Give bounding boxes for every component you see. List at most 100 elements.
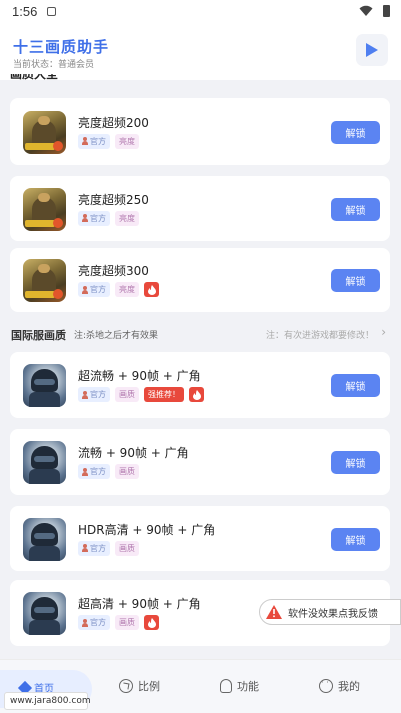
play-button[interactable]: [356, 34, 388, 66]
game-thumbnail: [23, 441, 66, 484]
tag-row: 官方 画质: [78, 464, 139, 479]
app-bar: 十三画质助手 当前状态：普通会员: [0, 24, 401, 80]
fire-icon: [144, 615, 159, 630]
tag-label: 官方: [90, 213, 106, 223]
item-title: HDR高清 + 90帧 + 广角: [78, 522, 216, 537]
tag-label: 官方: [90, 390, 106, 399]
person-icon: [82, 544, 88, 552]
battery-icon: [383, 5, 390, 17]
fire-icon: [144, 282, 159, 297]
nav-ratio-label: 比例: [138, 680, 160, 693]
status-time: 1:56: [12, 4, 38, 19]
tag-label: 亮度: [119, 136, 135, 146]
nav-mine-label: 我的: [338, 680, 360, 693]
list-item[interactable]: 亮度超频200 官方 亮度 解锁: [10, 98, 390, 165]
warning-icon: [266, 605, 282, 619]
tag-row: 官方 画质: [78, 615, 159, 630]
item-title: 超流畅 + 90帧 + 广角: [78, 369, 201, 383]
tag-label: 官方: [90, 136, 106, 146]
game-thumbnail: [23, 110, 66, 154]
list-item[interactable]: 流畅 + 90帧 + 广角官方 画质 解锁: [10, 429, 390, 495]
person-icon: [82, 467, 88, 476]
section-title: 国际服画质: [11, 329, 66, 342]
category-badge: 画质: [115, 464, 139, 479]
status-bar: 1:56: [0, 0, 401, 24]
section-tip[interactable]: 注：有次进游戏都要修改！: [266, 328, 374, 341]
nav-features-label: 功能: [237, 680, 259, 693]
feedback-label: 软件没效果点我反馈: [288, 608, 378, 620]
category-badge: 画质: [115, 615, 139, 630]
feedback-button[interactable]: 软件没效果点我反馈: [259, 599, 401, 625]
game-thumbnail: [23, 259, 66, 302]
category-badge: 画质: [115, 387, 139, 402]
unlock-button[interactable]: 解锁: [331, 197, 380, 221]
tag-label: 官方: [90, 467, 106, 476]
recommend-badge: 强推荐！: [144, 387, 184, 402]
item-title: 流畅 + 90帧 + 广角: [78, 446, 189, 460]
tag-label: 官方: [90, 543, 106, 553]
member-status: 当前状态：普通会员: [13, 60, 95, 70]
official-badge: 官方: [78, 540, 110, 556]
official-badge: 官方: [78, 210, 110, 226]
section-header-top: 画质大全: [10, 74, 58, 80]
item-title: 亮度超频250: [78, 192, 149, 207]
unlock-button[interactable]: 解锁: [331, 451, 380, 474]
official-badge: 官方: [78, 615, 110, 630]
unlock-button[interactable]: 解锁: [331, 269, 380, 292]
tag-label: 亮度: [119, 213, 135, 223]
tag-label: 画质: [119, 618, 135, 627]
person-icon: [82, 390, 88, 399]
game-thumbnail: [23, 592, 66, 635]
tag-row: 官方 画质: [78, 540, 139, 556]
play-icon: [366, 43, 378, 57]
chevron-right-icon[interactable]: ›: [381, 325, 386, 339]
game-thumbnail: [23, 517, 66, 561]
person-icon: [82, 214, 88, 222]
official-badge: 官方: [78, 282, 110, 297]
person-icon: [82, 137, 88, 145]
section-international: 国际服画质 注:杀地之后才有效果 注：有次进游戏都要修改！ ›: [0, 322, 401, 344]
compass-icon: [119, 679, 133, 693]
list-item[interactable]: 超流畅 + 90帧 + 广角 官方 画质 强推荐！ 解锁: [10, 352, 390, 418]
tag-row: 官方 亮度: [78, 282, 159, 297]
wifi-icon: [359, 5, 373, 16]
sim-icon: [47, 7, 56, 16]
list-item[interactable]: HDR高清 + 90帧 + 广角官方 画质 解锁: [10, 506, 390, 571]
unlock-button[interactable]: 解锁: [331, 374, 380, 397]
list-item[interactable]: 亮度超频250 官方 亮度 解锁: [10, 176, 390, 241]
bulb-icon: [220, 679, 232, 693]
official-badge: 官方: [78, 133, 110, 149]
game-thumbnail: [23, 187, 66, 231]
person-icon: [82, 618, 88, 627]
tag-row: 官方 亮度: [78, 133, 139, 149]
tag-label: 亮度: [119, 285, 135, 294]
tag-label: 画质: [119, 543, 135, 553]
official-badge: 官方: [78, 464, 110, 479]
watermark: www.jara800.com: [4, 692, 91, 710]
unlock-button[interactable]: 解锁: [331, 527, 380, 551]
category-badge: 亮度: [115, 210, 139, 226]
tag-row: 官方 亮度: [78, 210, 139, 226]
item-title: 超高清 + 90帧 + 广角: [78, 597, 201, 611]
category-badge: 画质: [115, 540, 139, 556]
tag-label: 官方: [90, 618, 106, 627]
item-title: 亮度超频200: [78, 115, 149, 130]
person-icon: [82, 285, 88, 294]
section-note: 注:杀地之后才有效果: [74, 331, 159, 341]
fire-icon: [189, 387, 204, 402]
nav-ratio[interactable]: 比例: [119, 678, 160, 694]
item-title: 亮度超频300: [78, 264, 149, 278]
category-badge: 亮度: [115, 133, 139, 149]
unlock-button[interactable]: 解锁: [331, 120, 380, 144]
app-title: 十三画质助手: [13, 38, 110, 56]
game-thumbnail: [23, 364, 66, 407]
official-badge: 官方: [78, 387, 110, 402]
tag-row: 官方 画质 强推荐！: [78, 387, 204, 402]
face-icon: [319, 678, 333, 693]
list-item[interactable]: 亮度超频300 官方 亮度 解锁: [10, 248, 390, 312]
category-badge: 亮度: [115, 282, 139, 297]
tag-label: 官方: [90, 285, 106, 294]
nav-features[interactable]: 功能: [220, 678, 259, 694]
nav-mine[interactable]: 我的: [319, 678, 360, 694]
tag-label: 画质: [119, 467, 135, 476]
